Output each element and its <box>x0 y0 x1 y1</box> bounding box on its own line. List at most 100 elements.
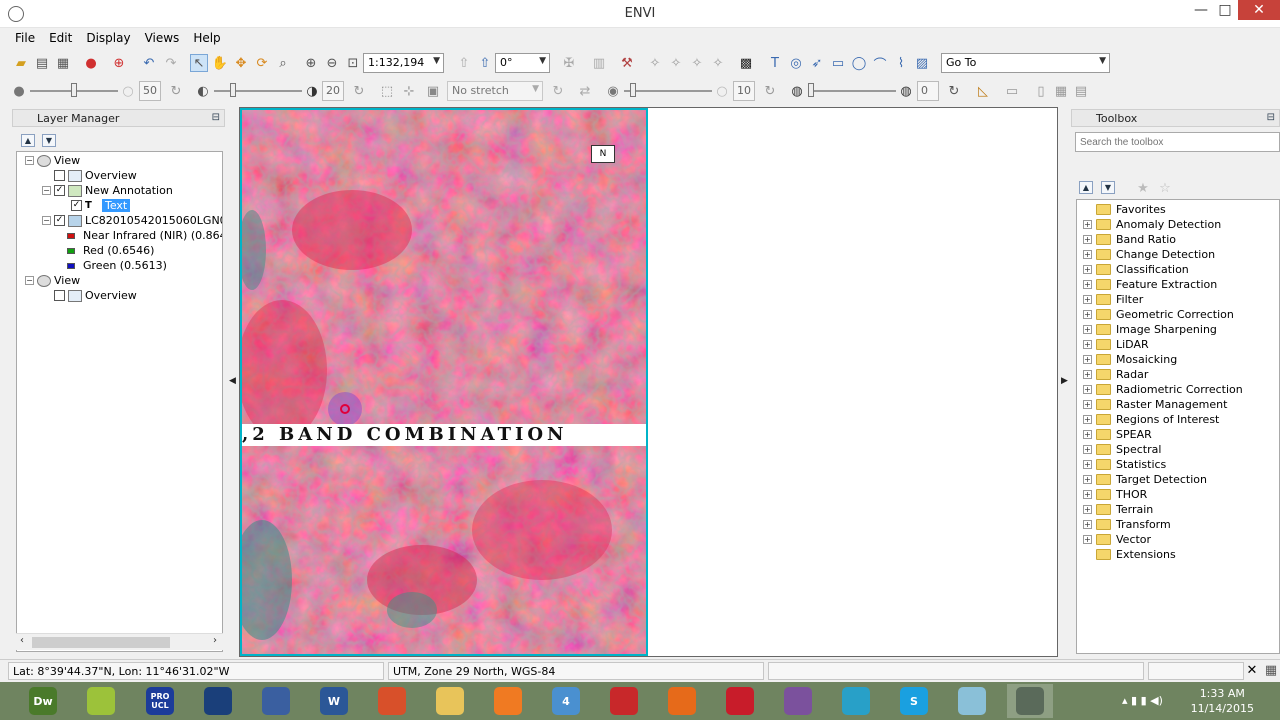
expander-icon[interactable]: + <box>1083 355 1092 364</box>
toolbox-item[interactable]: + Vector <box>1083 532 1151 547</box>
contrast-slider-track[interactable] <box>214 90 302 92</box>
expander-icon[interactable]: + <box>1083 250 1092 259</box>
maximize-button[interactable]: □ <box>1210 0 1240 20</box>
corel-icon[interactable] <box>78 684 124 718</box>
layer-row-raster[interactable]: −✓ LC82010542015060LGN00_ <box>42 213 222 228</box>
xampp-icon[interactable] <box>485 684 531 718</box>
toolbox-item[interactable]: + Image Sharpening <box>1083 322 1217 337</box>
expander-icon[interactable]: + <box>1083 295 1092 304</box>
zoom-out-icon[interactable]: ⊖ <box>323 54 341 72</box>
toolbox-item[interactable]: + Feature Extraction <box>1083 277 1217 292</box>
ellipse-annotation-icon[interactable]: ◯ <box>850 54 868 72</box>
toolbox-expand-button[interactable]: ▼ <box>1101 181 1115 194</box>
sharpen-value[interactable]: 10 <box>733 81 755 101</box>
stretch-dropdown[interactable]: No stretch ▼ <box>447 81 543 101</box>
layout-grid-icon[interactable]: ▦ <box>1052 82 1070 100</box>
menu-edit[interactable]: Edit <box>42 28 79 48</box>
stretch-lock-icon[interactable]: ▣ <box>424 82 442 100</box>
layer-row-annotation[interactable]: − ✓ New Annotation <box>42 183 173 198</box>
remove-favorite-icon[interactable]: ☆ <box>1156 179 1174 197</box>
expander-icon[interactable]: + <box>1083 310 1092 319</box>
app-4-icon[interactable]: 4 <box>543 684 589 718</box>
text-annotation-icon[interactable]: T <box>766 54 784 72</box>
symbol-annotation-icon[interactable]: ◎ <box>787 54 805 72</box>
notes-icon[interactable] <box>949 684 995 718</box>
redo-icon[interactable]: ↷ <box>162 54 180 72</box>
toolbox-item[interactable]: + SPEAR <box>1083 427 1152 442</box>
layer-checkbox[interactable]: ✓ <box>54 215 65 226</box>
layer-checkbox[interactable]: ✓ <box>54 185 65 196</box>
proucl-icon[interactable]: PRO UCL <box>137 684 183 718</box>
collapse-right-panel-icon[interactable]: ▶ <box>1061 376 1068 386</box>
contrast-reset-icon[interactable]: ↻ <box>350 82 368 100</box>
system-tray[interactable]: ▴ ▮ ▮ ◀) <box>1122 694 1163 707</box>
zoom-tool-icon[interactable]: ⌕ <box>274 54 292 72</box>
layer-row-band[interactable]: Green (0.5613) <box>59 258 167 273</box>
viber-icon[interactable] <box>775 684 821 718</box>
toolbox-search-input[interactable] <box>1075 132 1280 152</box>
stretch-target-icon[interactable]: ⊹ <box>400 82 418 100</box>
join-icon[interactable]: ✧ <box>688 54 706 72</box>
transparency-value[interactable]: 0 <box>917 81 939 101</box>
expander-icon[interactable]: − <box>42 186 51 195</box>
arrow-annotation-icon[interactable]: ➶ <box>808 54 826 72</box>
transparency-slider-track[interactable] <box>808 90 896 92</box>
toolbox-item[interactable]: + Anomaly Detection <box>1083 217 1221 232</box>
toolbox-item[interactable]: Favorites <box>1083 202 1166 217</box>
fly-icon[interactable]: ✥ <box>232 54 250 72</box>
brightness-value[interactable]: 50 <box>139 81 161 101</box>
vertex-edit-icon[interactable]: ✧ <box>667 54 685 72</box>
expander-icon[interactable]: + <box>1083 490 1092 499</box>
rectangle-annotation-icon[interactable]: ▭ <box>829 54 847 72</box>
expander-icon[interactable]: + <box>1083 415 1092 424</box>
menu-display[interactable]: Display <box>79 28 137 48</box>
picture-annotation-icon[interactable]: ▨ <box>913 54 931 72</box>
pin-icon[interactable]: ● <box>82 54 100 72</box>
layer-row-text[interactable]: ✓ T Text <box>59 198 131 213</box>
sharpen-slider-track[interactable] <box>624 90 712 92</box>
expander-icon[interactable]: + <box>1083 325 1092 334</box>
polygon-annotation-icon[interactable]: ⌒ <box>871 54 889 73</box>
vector-create-icon[interactable]: ⚒ <box>618 54 636 72</box>
expand-all-button[interactable]: ▼ <box>42 134 56 147</box>
undo-icon[interactable]: ↶ <box>140 54 158 72</box>
data-manager-icon[interactable]: ▤ <box>33 54 51 72</box>
layer-row-view[interactable]: − View <box>25 273 80 288</box>
collapse-all-button[interactable]: ▲ <box>21 134 35 147</box>
signal-icon[interactable] <box>833 684 879 718</box>
brightness-slider-thumb[interactable] <box>71 83 77 97</box>
firefox-icon[interactable] <box>659 684 705 718</box>
expander-icon[interactable]: + <box>1083 280 1092 289</box>
contrast-value[interactable]: 20 <box>322 81 344 101</box>
file-explorer-icon[interactable] <box>427 684 473 718</box>
word-icon[interactable]: W <box>311 684 357 718</box>
chip-view-icon[interactable]: ▦ <box>54 54 72 72</box>
layer-row-overview[interactable]: Overview <box>42 168 137 183</box>
menu-help[interactable]: Help <box>186 28 227 48</box>
toolbox-item[interactable]: + Spectral <box>1083 442 1161 457</box>
cancel-process-icon[interactable]: ✕ <box>1243 661 1261 679</box>
layer-row-band[interactable]: Red (0.6546) <box>59 243 154 258</box>
add-favorite-icon[interactable]: ★ <box>1134 179 1152 197</box>
toolbox-item[interactable]: + Mosaicking <box>1083 352 1177 367</box>
sharpen-slider-thumb[interactable] <box>630 83 636 97</box>
scroll-left-icon[interactable]: ‹ <box>20 635 24 646</box>
image-view[interactable]: N ,2 BAND COMBINATION <box>240 108 648 656</box>
toolbox-item[interactable]: + Raster Management <box>1083 397 1227 412</box>
toolbox-item[interactable]: + Band Ratio <box>1083 232 1176 247</box>
layer-checkbox[interactable]: ✓ <box>71 200 82 211</box>
transparency-reset-icon[interactable]: ↻ <box>945 82 963 100</box>
crosshair-icon[interactable]: ⊕ <box>110 54 128 72</box>
layer-row-overview[interactable]: Overview <box>42 288 137 303</box>
expander-icon[interactable]: − <box>25 276 34 285</box>
expander-icon[interactable]: + <box>1083 535 1092 544</box>
zoom-fit-icon[interactable]: ⊡ <box>344 54 362 72</box>
close-button[interactable]: ✕ <box>1238 0 1280 20</box>
collapse-left-panel-icon[interactable]: ◀ <box>229 376 236 386</box>
menu-file[interactable]: File <box>8 28 42 48</box>
toolbox-item[interactable]: + Radar <box>1083 367 1148 382</box>
toolbox-item[interactable]: + Terrain <box>1083 502 1153 517</box>
expander-icon[interactable]: + <box>1083 370 1092 379</box>
toolbox-item[interactable]: + Change Detection <box>1083 247 1215 262</box>
toolbox-item[interactable]: + LiDAR <box>1083 337 1149 352</box>
